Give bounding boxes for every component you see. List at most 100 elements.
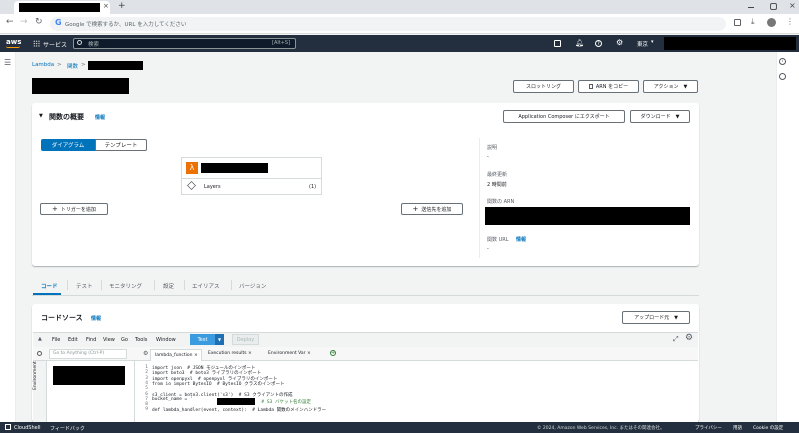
- deploy-button[interactable]: Deploy: [232, 334, 259, 345]
- profile-avatar[interactable]: [767, 18, 776, 27]
- tabs-bar: [32, 295, 699, 296]
- new-tab-button[interactable]: +: [118, 1, 126, 11]
- close-tab-icon[interactable]: ×: [103, 2, 109, 10]
- settings-icon[interactable]: ⚙: [616, 38, 623, 47]
- left-rail: [0, 52, 16, 422]
- code-line: bucket_name = ': [152, 396, 193, 402]
- overview-info-link[interactable]: 情報: [95, 114, 105, 121]
- tab-code[interactable]: コード: [41, 282, 58, 290]
- minimize-icon[interactable]: [748, 7, 754, 8]
- copy-arn-button[interactable]: ARN をコピー: [578, 80, 639, 93]
- fullscreen-icon[interactable]: ⤢: [673, 335, 679, 344]
- cloudshell-icon[interactable]: [554, 40, 561, 47]
- forward-icon[interactable]: →: [20, 17, 28, 27]
- editor-tab-lambda-function[interactable]: lambda_function ×: [150, 349, 202, 361]
- function-card-divider: [182, 178, 321, 179]
- upload-from-dropdown[interactable]: アップロード元 ▼: [622, 311, 690, 324]
- cloudshell-footer-icon[interactable]: [5, 424, 11, 430]
- menu-go[interactable]: Go: [121, 337, 128, 343]
- back-icon[interactable]: ←: [6, 17, 14, 27]
- menu-window[interactable]: Window: [156, 337, 176, 343]
- footer-cookie[interactable]: Cookie の設定: [753, 425, 783, 431]
- breadcrumb-functions[interactable]: 関数: [67, 62, 78, 70]
- tab-separator: [231, 280, 232, 290]
- ide-collapse-icon[interactable]: ▲: [38, 336, 42, 342]
- throttle-button[interactable]: スロットリング: [513, 80, 574, 93]
- layers-label[interactable]: Layers: [204, 184, 221, 190]
- services-grid-icon[interactable]: [33, 40, 40, 47]
- menu-tools[interactable]: Tools: [135, 337, 147, 343]
- code-line-suffix: # S3 バケット名の設定: [256, 400, 311, 405]
- info-panel-icon[interactable]: i: [779, 58, 786, 65]
- search-shortcut: [Alt+S]: [272, 40, 291, 46]
- menu-file[interactable]: File: [52, 337, 60, 343]
- browser-menu-icon[interactable]: ⋮: [786, 17, 794, 26]
- goto-anything-input[interactable]: Go to Anything (Ctrl-P): [49, 349, 127, 359]
- menu-find[interactable]: Find: [86, 337, 96, 343]
- plus-icon: +: [52, 205, 58, 213]
- actions-dropdown[interactable]: アクション ▼: [643, 80, 698, 93]
- tab-versions[interactable]: バージョン: [239, 282, 266, 290]
- footer-bar: [0, 422, 799, 433]
- add-destination-button[interactable]: + 送信先を追加: [401, 203, 463, 215]
- code-source-info-link[interactable]: 情報: [91, 315, 101, 322]
- function-url-value: -: [487, 246, 489, 252]
- test-button[interactable]: Test: [190, 334, 215, 345]
- footer-feedback[interactable]: フィードバック: [50, 425, 85, 432]
- download-icon[interactable]: ⤓: [751, 17, 755, 27]
- add-tab-icon[interactable]: +: [330, 350, 336, 356]
- goto-bar: [33, 347, 698, 361]
- test-dropdown[interactable]: ▼: [215, 334, 224, 345]
- editor-tab-settings-icon[interactable]: ⚙: [143, 350, 148, 357]
- breadcrumb-separator: >: [81, 62, 86, 68]
- footer-terms[interactable]: 用語: [733, 425, 742, 431]
- close-window-icon[interactable]: ×: [789, 1, 796, 10]
- tab-diagram[interactable]: ダイアグラム: [41, 139, 95, 151]
- collapse-caret-icon[interactable]: ▼: [39, 113, 43, 119]
- tab-monitoring[interactable]: モニタリング: [109, 282, 142, 290]
- reload-icon[interactable]: ↻: [35, 17, 43, 27]
- notifications-icon[interactable]: 🔔︎: [575, 39, 584, 47]
- extensions-icon[interactable]: [734, 19, 741, 26]
- menu-view[interactable]: View: [103, 337, 115, 343]
- tab-search-icon[interactable]: [770, 3, 777, 10]
- help-icon[interactable]: ?: [595, 40, 602, 47]
- arn-label: 関数の ARN: [487, 199, 515, 205]
- tab-test[interactable]: テスト: [76, 282, 93, 290]
- close-icon[interactable]: ×: [248, 351, 252, 356]
- region-selector[interactable]: 東京: [637, 40, 648, 48]
- footer-privacy[interactable]: プライバシー: [695, 425, 722, 431]
- lambda-icon: λ: [186, 162, 198, 174]
- ide-settings-icon[interactable]: ⚙: [685, 333, 693, 343]
- environment-label[interactable]: Environment: [33, 361, 38, 390]
- add-trigger-button[interactable]: + トリガーを追加: [40, 203, 108, 215]
- account-menu-redacted[interactable]: [664, 37, 796, 50]
- aws-search-placeholder: 検索: [88, 42, 100, 48]
- tab-separator: [101, 280, 102, 290]
- tab-configuration[interactable]: 設定: [163, 282, 174, 290]
- description-label: 説明: [487, 145, 498, 151]
- export-composer-button[interactable]: Application Composer にエクスポート: [503, 110, 625, 123]
- footer-cloudshell[interactable]: CloudShell: [14, 425, 40, 431]
- services-menu[interactable]: サービス: [43, 40, 67, 49]
- editor-tab-environment-var[interactable]: Environment Var ×: [268, 351, 311, 356]
- aws-logo[interactable]: aws: [6, 38, 21, 46]
- hamburger-menu-icon[interactable]: ☰: [4, 58, 11, 67]
- close-icon[interactable]: ×: [307, 351, 311, 356]
- activity-icon[interactable]: [779, 73, 786, 80]
- download-dropdown[interactable]: ダウンロード ▼: [630, 110, 690, 123]
- aws-search-box[interactable]: [73, 38, 296, 49]
- breadcrumb-separator: >: [57, 62, 62, 68]
- google-icon: G: [55, 18, 62, 27]
- menu-edit[interactable]: Edit: [68, 337, 78, 343]
- close-icon[interactable]: ×: [194, 353, 198, 358]
- last-modified-label: 最終更新: [487, 172, 508, 178]
- breadcrumb-lambda[interactable]: Lambda: [32, 62, 54, 68]
- tab-aliases[interactable]: エイリアス: [192, 282, 220, 290]
- tab-code-underline: [33, 293, 61, 295]
- editor-tab-execution-results[interactable]: Execution results ×: [208, 351, 252, 356]
- layers-count: (1): [309, 184, 317, 190]
- file-tree-root-redacted[interactable]: [53, 366, 125, 385]
- function-url-info-link[interactable]: 情報: [516, 236, 526, 243]
- tab-template[interactable]: テンプレート: [95, 139, 147, 151]
